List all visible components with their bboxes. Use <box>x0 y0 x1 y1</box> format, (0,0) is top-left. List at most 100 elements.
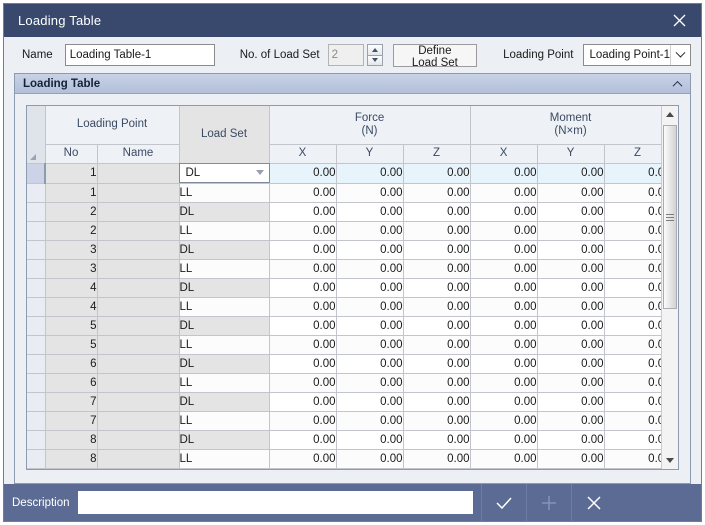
header-force-y[interactable]: Y <box>336 144 403 163</box>
chevron-down-icon[interactable] <box>252 164 269 182</box>
load-set-cell-select[interactable]: DL <box>179 163 270 183</box>
header-moment[interactable]: Moment (N×m) <box>470 106 661 144</box>
cell-mx[interactable]: 0.00 <box>470 163 537 183</box>
cell-name[interactable] <box>97 278 179 297</box>
cell-name[interactable] <box>97 202 179 221</box>
cell-name[interactable] <box>97 297 179 316</box>
cell-no[interactable]: 7 <box>45 392 97 411</box>
cell-no[interactable]: 3 <box>45 259 97 278</box>
cell-load-set[interactable]: DL <box>179 354 269 373</box>
cell-my[interactable]: 0.00 <box>537 411 604 430</box>
row-selector-cell[interactable] <box>27 278 45 297</box>
cell-fz[interactable]: 0.00 <box>403 335 470 354</box>
cell-fz[interactable]: 0.00 <box>403 259 470 278</box>
cell-fy[interactable]: 0.00 <box>336 449 403 468</box>
cell-no[interactable]: 3 <box>45 240 97 259</box>
load-set-count-input[interactable] <box>328 44 364 66</box>
scroll-down-icon[interactable] <box>662 452 678 469</box>
table-row[interactable]: 7LL0.000.000.000.000.000.00 <box>27 411 661 430</box>
header-moment-y[interactable]: Y <box>537 144 604 163</box>
cell-my[interactable]: 0.00 <box>537 354 604 373</box>
cell-mz[interactable]: 0.00 <box>604 449 661 468</box>
cell-mz[interactable]: 0.00 <box>604 202 661 221</box>
cell-mz[interactable]: 0.00 <box>604 278 661 297</box>
header-load-set[interactable]: Load Set <box>179 106 269 163</box>
cell-my[interactable]: 0.00 <box>537 259 604 278</box>
grid-vertical-scrollbar[interactable] <box>661 106 678 469</box>
cell-mz[interactable]: 0.00 <box>604 259 661 278</box>
cell-fz[interactable]: 0.00 <box>403 411 470 430</box>
cell-load-set[interactable]: LL <box>179 335 269 354</box>
cell-mx[interactable]: 0.00 <box>470 392 537 411</box>
header-name[interactable]: Name <box>97 144 179 163</box>
table-row[interactable]: 4LL0.000.000.000.000.000.00 <box>27 297 661 316</box>
cell-mx[interactable]: 0.00 <box>470 183 537 202</box>
cell-fx[interactable]: 0.00 <box>269 411 336 430</box>
cell-fz[interactable]: 0.00 <box>403 373 470 392</box>
cell-fy[interactable]: 0.00 <box>336 411 403 430</box>
cell-no[interactable]: 6 <box>45 354 97 373</box>
cell-name[interactable] <box>97 411 179 430</box>
cell-name[interactable] <box>97 373 179 392</box>
table-row[interactable]: 8DL0.000.000.000.000.000.00 <box>27 430 661 449</box>
row-selector-cell[interactable] <box>27 354 45 373</box>
grid-corner-cell[interactable] <box>27 106 45 163</box>
cell-fz[interactable]: 0.00 <box>403 163 470 183</box>
cell-mx[interactable]: 0.00 <box>470 449 537 468</box>
cell-fy[interactable]: 0.00 <box>336 430 403 449</box>
row-selector-cell[interactable] <box>27 449 45 468</box>
cell-my[interactable]: 0.00 <box>537 392 604 411</box>
cell-mz[interactable]: 0.00 <box>604 163 661 183</box>
cell-fz[interactable]: 0.00 <box>403 316 470 335</box>
cell-fx[interactable]: 0.00 <box>269 183 336 202</box>
cell-load-set[interactable]: DL <box>179 430 269 449</box>
cell-name[interactable] <box>97 354 179 373</box>
cell-load-set[interactable]: DL <box>179 278 269 297</box>
cell-mx[interactable]: 0.00 <box>470 240 537 259</box>
cell-mx[interactable]: 0.00 <box>470 373 537 392</box>
table-row[interactable]: 3DL0.000.000.000.000.000.00 <box>27 240 661 259</box>
cell-name[interactable] <box>97 240 179 259</box>
cell-fz[interactable]: 0.00 <box>403 221 470 240</box>
cell-name[interactable] <box>97 316 179 335</box>
cell-name[interactable] <box>97 259 179 278</box>
cell-name[interactable] <box>97 183 179 202</box>
cell-fx[interactable]: 0.00 <box>269 259 336 278</box>
cell-fy[interactable]: 0.00 <box>336 335 403 354</box>
name-input[interactable] <box>65 44 215 66</box>
cell-no[interactable]: 1 <box>45 183 97 202</box>
table-row[interactable]: 6DL0.000.000.000.000.000.00 <box>27 354 661 373</box>
header-loading-point[interactable]: Loading Point <box>45 106 179 144</box>
cell-mx[interactable]: 0.00 <box>470 297 537 316</box>
cell-mz[interactable]: 0.00 <box>604 335 661 354</box>
cell-fz[interactable]: 0.00 <box>403 297 470 316</box>
cell-fx[interactable]: 0.00 <box>269 449 336 468</box>
cell-fy[interactable]: 0.00 <box>336 354 403 373</box>
table-row[interactable]: 5DL0.000.000.000.000.000.00 <box>27 316 661 335</box>
cell-load-set[interactable]: LL <box>179 183 269 202</box>
cell-fx[interactable]: 0.00 <box>269 354 336 373</box>
cell-mz[interactable]: 0.00 <box>604 430 661 449</box>
cell-mz[interactable]: 0.00 <box>604 354 661 373</box>
cell-load-set[interactable]: LL <box>179 297 269 316</box>
stepper-down-icon[interactable] <box>367 56 383 67</box>
cell-name[interactable] <box>97 430 179 449</box>
cell-no[interactable]: 4 <box>45 278 97 297</box>
add-button[interactable] <box>526 484 571 521</box>
cell-no[interactable]: 2 <box>45 221 97 240</box>
table-row[interactable]: 8LL0.000.000.000.000.000.00 <box>27 449 661 468</box>
cell-load-set[interactable]: DL <box>179 202 269 221</box>
cell-fy[interactable]: 0.00 <box>336 183 403 202</box>
cell-my[interactable]: 0.00 <box>537 202 604 221</box>
cell-no[interactable]: 6 <box>45 373 97 392</box>
cell-fx[interactable]: 0.00 <box>269 221 336 240</box>
cell-load-set[interactable]: DL <box>179 392 269 411</box>
cell-mz[interactable]: 0.00 <box>604 316 661 335</box>
cell-name[interactable] <box>97 163 179 183</box>
row-selector-cell[interactable] <box>27 430 45 449</box>
cell-fz[interactable]: 0.00 <box>403 183 470 202</box>
cell-my[interactable]: 0.00 <box>537 373 604 392</box>
cell-fz[interactable]: 0.00 <box>403 430 470 449</box>
header-force[interactable]: Force (N) <box>269 106 470 144</box>
table-row[interactable]: 2LL0.000.000.000.000.000.00 <box>27 221 661 240</box>
